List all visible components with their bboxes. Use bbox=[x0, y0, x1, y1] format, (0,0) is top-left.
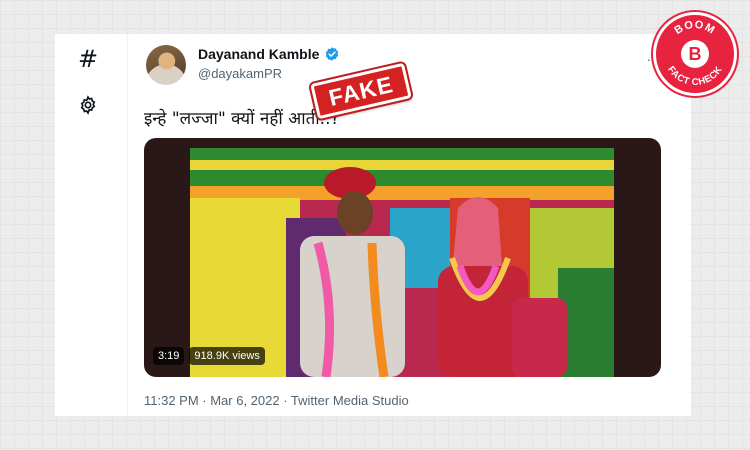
author-name[interactable]: Dayanand Kamble bbox=[198, 46, 319, 62]
video-views: 918.9K views bbox=[189, 347, 265, 365]
wedding-scene-image bbox=[190, 148, 614, 377]
tweet-video[interactable]: 3:19 918.9K views bbox=[144, 138, 661, 377]
tweet-text: इन्हे "लज्जा" क्यों नहीं आती..? bbox=[144, 109, 340, 129]
svg-text:B: B bbox=[689, 44, 702, 64]
tweet-timestamp[interactable]: 11:32 PM · Mar 6, 2022 · Twitter Media S… bbox=[144, 393, 409, 408]
verified-badge-icon bbox=[326, 47, 339, 61]
gear-icon bbox=[80, 95, 96, 115]
sidebar: # bbox=[55, 34, 128, 416]
video-thumbnail bbox=[190, 148, 614, 377]
author-handle[interactable]: @dayakamPR bbox=[198, 66, 282, 81]
hashtag-explore-button[interactable]: # bbox=[75, 46, 101, 72]
author-name-row: Dayanand Kamble bbox=[198, 46, 340, 62]
video-duration: 3:19 bbox=[153, 347, 185, 365]
boom-fact-check-logo: BOOM FACT CHECK B bbox=[653, 12, 737, 96]
author-avatar[interactable] bbox=[146, 45, 186, 85]
hash-icon: # bbox=[77, 45, 99, 73]
svg-text:BOOM: BOOM bbox=[672, 19, 717, 37]
video-meta: 3:19 918.9K views bbox=[153, 347, 265, 365]
boom-logo-mark: BOOM FACT CHECK B bbox=[665, 19, 724, 88]
settings-button[interactable] bbox=[75, 92, 101, 118]
